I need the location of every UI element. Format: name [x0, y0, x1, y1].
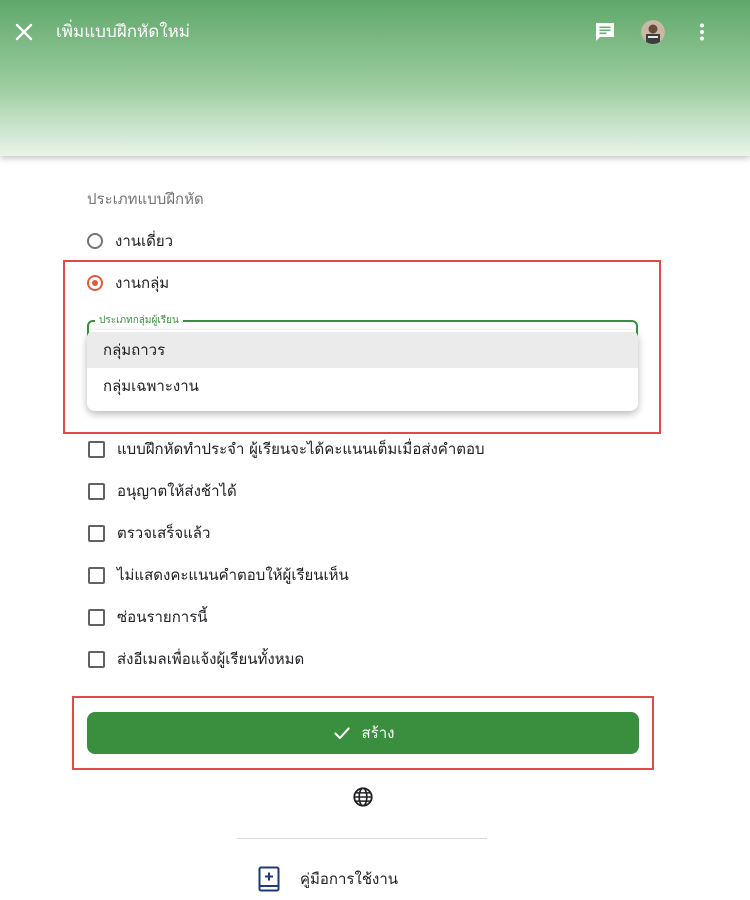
exercise-type-label: ประเภทแบบฝึกหัด	[87, 190, 204, 208]
checkbox-label: ซ่อนรายการนี้	[117, 608, 208, 626]
group-type-dropdown: กลุ่มถาวร กลุ่มเฉพาะงาน	[87, 330, 638, 411]
checkbox-email-students[interactable]: ส่งอีเมลเพื่อแจ้งผู้เรียนทั้งหมด	[88, 648, 304, 670]
checkbox-box[interactable]	[88, 650, 105, 668]
checkbox-box[interactable]	[88, 608, 105, 626]
radio-label: งานกลุ่ม	[115, 274, 170, 292]
checkbox-hide-scores[interactable]: ไม่แสดงคะแนนคำตอบให้ผู้เรียนเห็น	[88, 564, 349, 586]
dropdown-option-task-group[interactable]: กลุ่มเฉพาะงาน	[87, 368, 638, 404]
user-manual-label: คู่มือการใช้งาน	[300, 870, 398, 888]
avatar[interactable]	[641, 20, 665, 44]
group-type-select-label: ประเภทกลุ่มผู้เรียน	[95, 313, 183, 328]
radio-circle[interactable]	[87, 233, 103, 249]
checkbox-box[interactable]	[88, 440, 105, 458]
checkbox-graded[interactable]: ตรวจเสร็จแล้ว	[88, 522, 210, 544]
checkbox-allow-late[interactable]: อนุญาตให้ส่งช้าได้	[88, 480, 237, 502]
radio-label: งานเดี่ยว	[115, 232, 174, 250]
checkbox-box[interactable]	[88, 524, 105, 542]
close-icon[interactable]	[12, 20, 36, 44]
chat-icon[interactable]	[593, 20, 617, 44]
checkbox-label: แบบฝึกหัดทำประจำ ผู้เรียนจะได้คะแนนเต็มเ…	[117, 440, 485, 458]
dropdown-option-permanent-group[interactable]: กลุ่มถาวร	[87, 332, 638, 368]
create-button[interactable]: สร้าง	[87, 712, 639, 754]
checkbox-label: ส่งอีเมลเพื่อแจ้งผู้เรียนทั้งหมด	[117, 650, 305, 668]
checkbox-box[interactable]	[88, 566, 105, 584]
checkbox-box[interactable]	[88, 482, 105, 500]
checkbox-label: อนุญาตให้ส่งช้าได้	[117, 482, 237, 500]
checkbox-label: ตรวจเสร็จแล้ว	[117, 524, 211, 542]
radio-circle-checked[interactable]	[87, 275, 103, 291]
footer-divider	[237, 838, 487, 839]
more-vert-icon[interactable]	[690, 20, 714, 44]
book-plus-icon	[258, 866, 280, 892]
user-manual-link[interactable]: คู่มือการใช้งาน	[258, 866, 398, 892]
radio-group[interactable]: งานกลุ่ม	[87, 271, 169, 295]
radio-individual[interactable]: งานเดี่ยว	[87, 229, 173, 253]
globe-icon[interactable]	[352, 786, 374, 808]
create-button-label: สร้าง	[361, 724, 395, 742]
checkbox-hide-item[interactable]: ซ่อนรายการนี้	[88, 606, 208, 628]
app-header: เพิ่มแบบฝึกหัดใหม่	[0, 0, 750, 156]
page-title: เพิ่มแบบฝึกหัดใหม่	[56, 22, 190, 42]
check-icon	[333, 727, 350, 739]
checkbox-routine-exercise[interactable]: แบบฝึกหัดทำประจำ ผู้เรียนจะได้คะแนนเต็มเ…	[88, 438, 485, 460]
checkbox-label: ไม่แสดงคะแนนคำตอบให้ผู้เรียนเห็น	[117, 566, 349, 584]
